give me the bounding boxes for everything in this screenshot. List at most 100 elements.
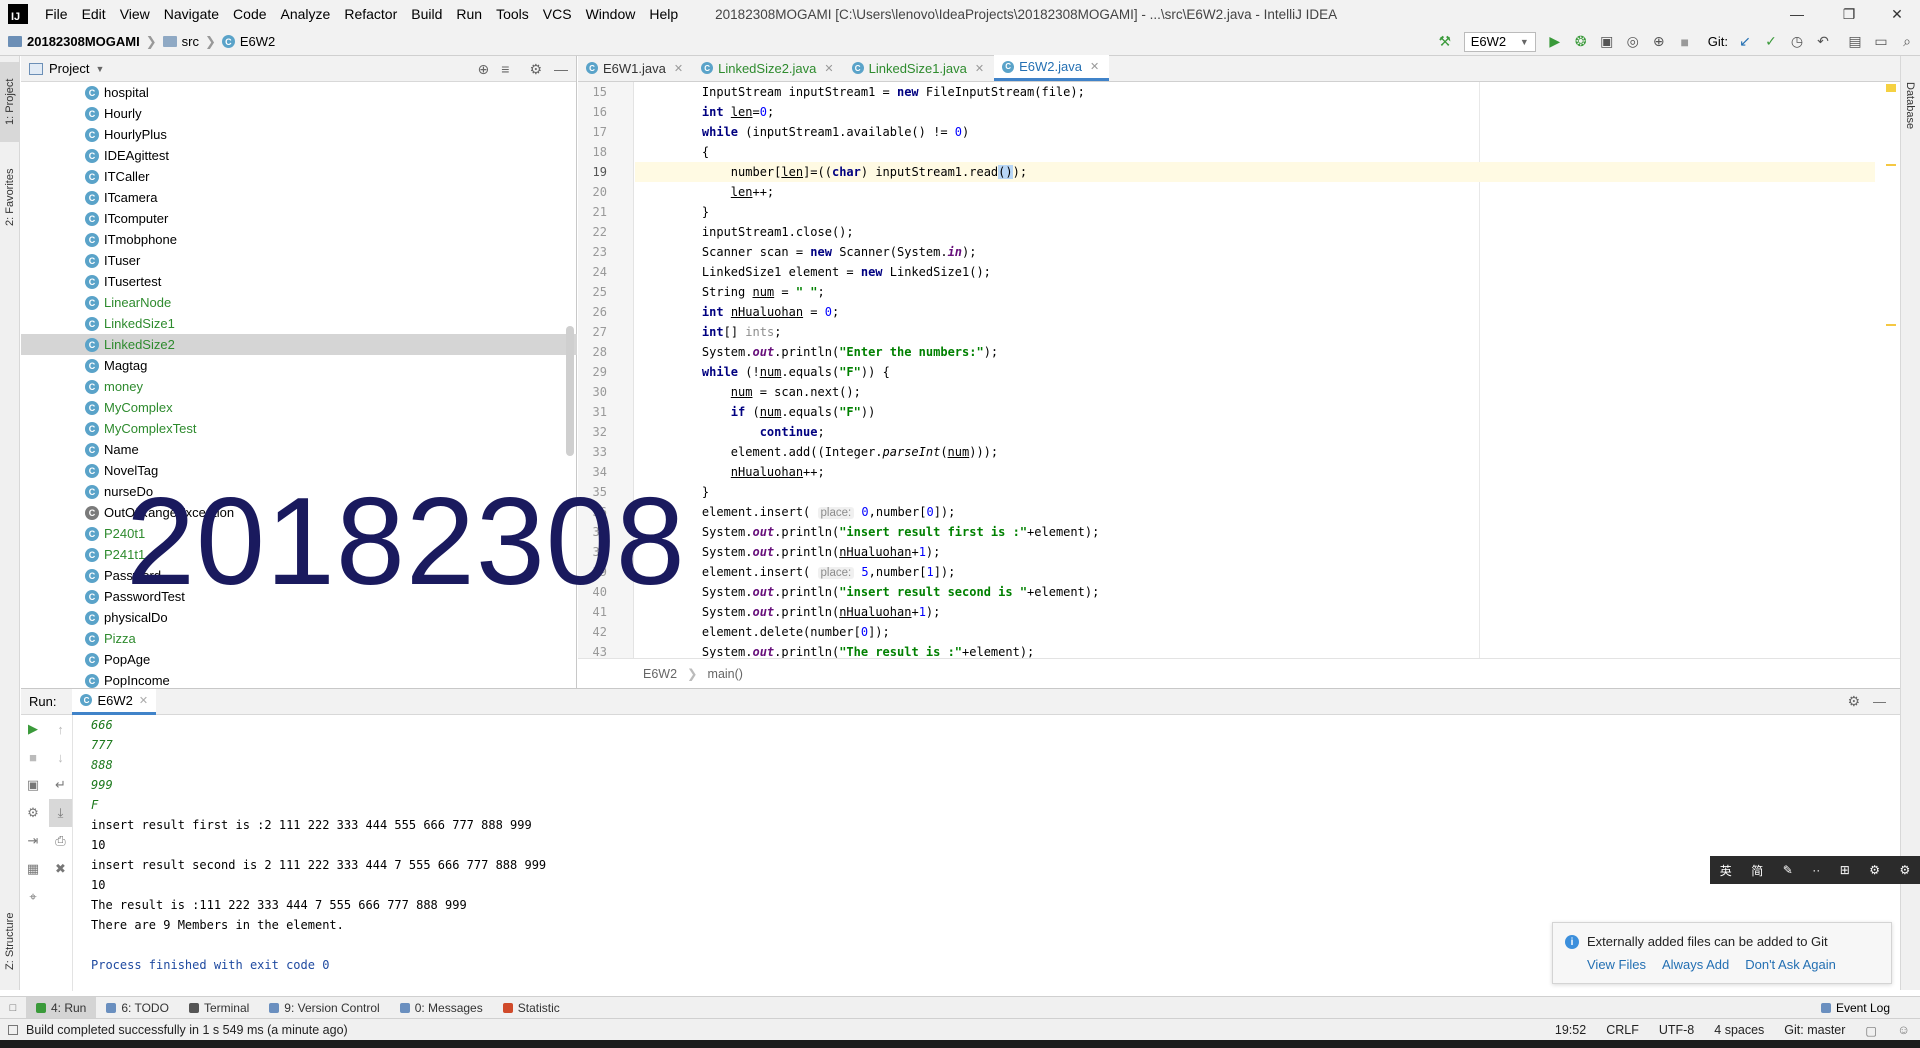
- print-icon[interactable]: ⎙: [49, 827, 72, 855]
- project-tree-scrollbar[interactable]: [566, 326, 574, 456]
- tree-item[interactable]: C ITCaller: [21, 166, 577, 187]
- inspector-icon[interactable]: ☺: [1897, 1023, 1910, 1037]
- tab-favorites[interactable]: 2: Favorites: [0, 152, 20, 242]
- menu-item-run[interactable]: Run: [449, 6, 489, 22]
- scroll-to-end-icon[interactable]: ⤓: [49, 799, 72, 827]
- tab-database[interactable]: Database: [1900, 66, 1920, 146]
- attach-debugger-icon[interactable]: ⊕: [1648, 31, 1670, 53]
- debug-icon[interactable]: ❂: [1570, 31, 1592, 53]
- search-everywhere-icon[interactable]: ⌕: [1896, 31, 1918, 53]
- git-rollback-icon[interactable]: ↶: [1812, 31, 1834, 53]
- line-separator[interactable]: CRLF: [1606, 1023, 1639, 1037]
- tree-item[interactable]: C ITcamera: [21, 187, 577, 208]
- ime-settings-icon[interactable]: ⚙: [1899, 863, 1910, 877]
- project-structure-icon[interactable]: ▤: [1844, 31, 1866, 53]
- arrow-down-icon[interactable]: ↓: [49, 743, 72, 771]
- tree-item[interactable]: C HourlyPlus: [21, 124, 577, 145]
- tree-item[interactable]: C PopIncome: [21, 670, 577, 688]
- tree-item[interactable]: C Pizza: [21, 628, 577, 649]
- breadcrumb-file[interactable]: E6W2: [240, 34, 275, 49]
- settings-icon[interactable]: ⚙: [21, 799, 45, 827]
- menu-item-build[interactable]: Build: [404, 6, 449, 22]
- hide-panel-icon[interactable]: —: [1873, 694, 1886, 709]
- layout-icon[interactable]: ▦: [21, 855, 45, 883]
- tree-item[interactable]: Cmoney: [21, 376, 577, 397]
- editor-tab[interactable]: C LinkedSize1.java ✕: [844, 55, 995, 81]
- stop-icon[interactable]: ■: [1674, 31, 1696, 53]
- tree-item[interactable]: C PopAge: [21, 649, 577, 670]
- tool-tab[interactable]: Terminal: [179, 997, 259, 1019]
- menu-item-edit[interactable]: Edit: [75, 6, 113, 22]
- breadcrumb-class[interactable]: E6W2: [643, 667, 677, 681]
- stop-icon[interactable]: ■: [21, 743, 45, 771]
- dump-threads-icon[interactable]: ▣: [21, 771, 45, 799]
- editor-tab[interactable]: C E6W2.java ✕: [994, 55, 1110, 81]
- breadcrumb-project[interactable]: 20182308MOGAMI: [27, 34, 140, 49]
- editor-tab[interactable]: C E6W1.java ✕: [578, 55, 693, 81]
- locate-target-icon[interactable]: ⊕: [478, 61, 490, 78]
- git-update-icon[interactable]: ↙: [1734, 31, 1756, 53]
- menu-item-help[interactable]: Help: [642, 6, 685, 22]
- code-area[interactable]: InputStream inputStream1 = new FileInput…: [635, 82, 1875, 658]
- tool-tab[interactable]: Statistic: [493, 997, 570, 1019]
- tool-tab[interactable]: 6: TODO: [96, 997, 179, 1019]
- collapse-all-icon[interactable]: ≡: [501, 61, 509, 77]
- hide-panel-icon[interactable]: —: [554, 61, 568, 77]
- soft-wrap-icon[interactable]: ↵: [49, 771, 72, 799]
- gear-icon[interactable]: ⚙: [529, 61, 542, 78]
- tool-tab[interactable]: 9: Version Control: [259, 997, 389, 1019]
- editor-scrollbar[interactable]: [1884, 82, 1898, 658]
- tool-tab[interactable]: 4: Run: [26, 996, 97, 1019]
- tab-structure[interactable]: Z: Structure: [0, 896, 20, 986]
- ime-pen-icon[interactable]: ✎: [1783, 863, 1793, 877]
- profile-icon[interactable]: ◎: [1622, 31, 1644, 53]
- menu-item-refactor[interactable]: Refactor: [337, 6, 404, 22]
- gear-icon[interactable]: ⚙: [1847, 693, 1860, 710]
- trash-icon[interactable]: ✖: [49, 855, 72, 883]
- tree-item[interactable]: C MyComplexTest: [21, 418, 577, 439]
- status-panel-icon[interactable]: [8, 1024, 18, 1035]
- build-hammer-icon[interactable]: ⚒: [1434, 31, 1456, 53]
- breadcrumb-method[interactable]: main(): [708, 667, 743, 681]
- close-tab-icon[interactable]: ✕: [824, 62, 833, 75]
- tree-item[interactable]: C LinkedSize2: [21, 334, 577, 355]
- arrow-up-icon[interactable]: ↑: [49, 715, 72, 743]
- git-commit-icon[interactable]: ✓: [1760, 31, 1782, 53]
- menu-item-tools[interactable]: Tools: [489, 6, 536, 22]
- exit-icon[interactable]: ⇥: [21, 827, 45, 855]
- notification-action-link[interactable]: View Files: [1587, 957, 1646, 972]
- presentation-icon[interactable]: ▭: [1870, 31, 1892, 53]
- menu-item-window[interactable]: Window: [579, 6, 643, 22]
- chevron-down-icon[interactable]: ▼: [95, 64, 104, 74]
- rerun-icon[interactable]: ▶: [21, 715, 45, 743]
- tree-item[interactable]: C ITusertest: [21, 271, 577, 292]
- inspection-marker[interactable]: [1886, 324, 1896, 326]
- notification-action-link[interactable]: Don't Ask Again: [1745, 957, 1836, 972]
- inspection-marker[interactable]: [1886, 84, 1896, 92]
- menu-item-file[interactable]: File: [38, 6, 75, 22]
- maximize-icon[interactable]: ❐: [1826, 0, 1872, 28]
- tree-item[interactable]: C ITuser: [21, 250, 577, 271]
- minimize-icon[interactable]: —: [1774, 0, 1820, 28]
- git-history-icon[interactable]: ◷: [1786, 31, 1808, 53]
- menu-item-vcs[interactable]: VCS: [536, 6, 579, 22]
- status-message[interactable]: Build completed successfully in 1 s 549 …: [26, 1023, 348, 1037]
- menu-item-code[interactable]: Code: [226, 6, 273, 22]
- close-tab-icon[interactable]: ✕: [1090, 60, 1099, 73]
- run-icon[interactable]: ▶: [1544, 31, 1566, 53]
- ime-punctuation-icon[interactable]: ··: [1812, 863, 1820, 877]
- event-log-tab[interactable]: Event Log: [1820, 1001, 1890, 1015]
- tree-item[interactable]: C Magtag: [21, 355, 577, 376]
- menu-item-analyze[interactable]: Analyze: [274, 6, 338, 22]
- tree-item[interactable]: C ITmobphone: [21, 229, 577, 250]
- close-tab-icon[interactable]: ✕: [975, 62, 984, 75]
- close-tab-icon[interactable]: ✕: [139, 694, 148, 707]
- tree-item[interactable]: C LinearNode: [21, 292, 577, 313]
- indent-setting[interactable]: 4 spaces: [1714, 1023, 1764, 1037]
- notification-action-link[interactable]: Always Add: [1662, 957, 1729, 972]
- breadcrumb-folder[interactable]: src: [182, 34, 199, 49]
- tree-item[interactable]: C ITcomputer: [21, 208, 577, 229]
- ime-language-toggle[interactable]: 英: [1720, 862, 1732, 879]
- tool-tab[interactable]: 0: Messages: [390, 997, 493, 1019]
- project-panel-title[interactable]: Project: [49, 61, 89, 76]
